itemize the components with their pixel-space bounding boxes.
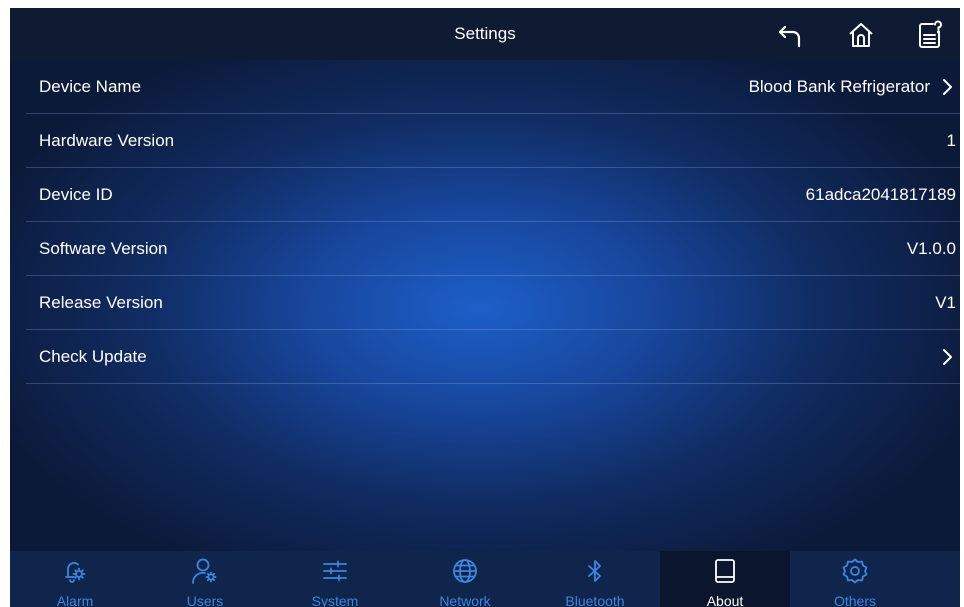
row-label: Software Version	[39, 239, 168, 258]
tab-label: Alarm	[56, 593, 94, 607]
tab-others[interactable]: Others	[790, 551, 920, 607]
chevron-right-icon	[943, 79, 952, 95]
alarm-bell-gear-icon	[61, 557, 89, 585]
chevron-right-icon	[943, 349, 952, 365]
tab-bluetooth[interactable]: Bluetooth	[530, 551, 660, 607]
tab-label: Users	[186, 593, 224, 607]
bottom-tab-bar: Alarm Users System Network Bluetooth Abo…	[10, 551, 960, 607]
row-value: V1.0.0	[906, 239, 956, 258]
row-value: Blood Bank Refrigerator	[748, 77, 930, 96]
software-version-row: Software Version V1.0.0	[26, 222, 960, 276]
tab-system[interactable]: System	[270, 551, 400, 607]
bluetooth-icon	[581, 557, 609, 585]
row-label: Check Update	[39, 347, 147, 366]
row-label: Hardware Version	[39, 131, 175, 150]
tab-network[interactable]: Network	[400, 551, 530, 607]
tab-label: About	[706, 593, 744, 607]
top-bar: Settings	[10, 8, 960, 60]
globe-icon	[451, 557, 479, 585]
device-name-row[interactable]: Device Name Blood Bank Refrigerator	[26, 60, 960, 114]
about-info-list: Device Name Blood Bank Refrigerator Hard…	[26, 60, 960, 384]
help-document-icon[interactable]	[915, 20, 945, 50]
sliders-icon	[321, 557, 349, 585]
tab-alarm[interactable]: Alarm	[10, 551, 140, 607]
tab-label: Bluetooth	[565, 593, 625, 607]
page-title: Settings	[454, 24, 516, 43]
row-value: V1	[935, 293, 956, 312]
device-screen: Settings Device Name Blood Bank Refriger…	[10, 8, 960, 607]
tab-about[interactable]: About	[660, 551, 790, 607]
user-gear-icon	[191, 557, 219, 585]
tab-users[interactable]: Users	[140, 551, 270, 607]
tab-label: Others	[833, 593, 876, 607]
tab-label: System	[311, 593, 359, 607]
back-arrow-icon[interactable]	[776, 20, 806, 50]
device-id-row: Device ID 61adca2041817189	[26, 168, 960, 222]
row-label: Device ID	[39, 185, 113, 204]
row-value: 1	[946, 131, 956, 150]
release-version-row: Release Version V1	[26, 276, 960, 330]
row-label: Release Version	[39, 293, 163, 312]
row-label: Device Name	[39, 77, 142, 96]
row-value: 61adca2041817189	[805, 185, 956, 204]
tablet-icon	[711, 557, 739, 585]
hardware-version-row: Hardware Version 1	[26, 114, 960, 168]
home-icon[interactable]	[846, 20, 876, 50]
gear-icon	[841, 557, 869, 585]
check-update-row[interactable]: Check Update	[26, 330, 960, 384]
tab-label: Network	[439, 593, 491, 607]
